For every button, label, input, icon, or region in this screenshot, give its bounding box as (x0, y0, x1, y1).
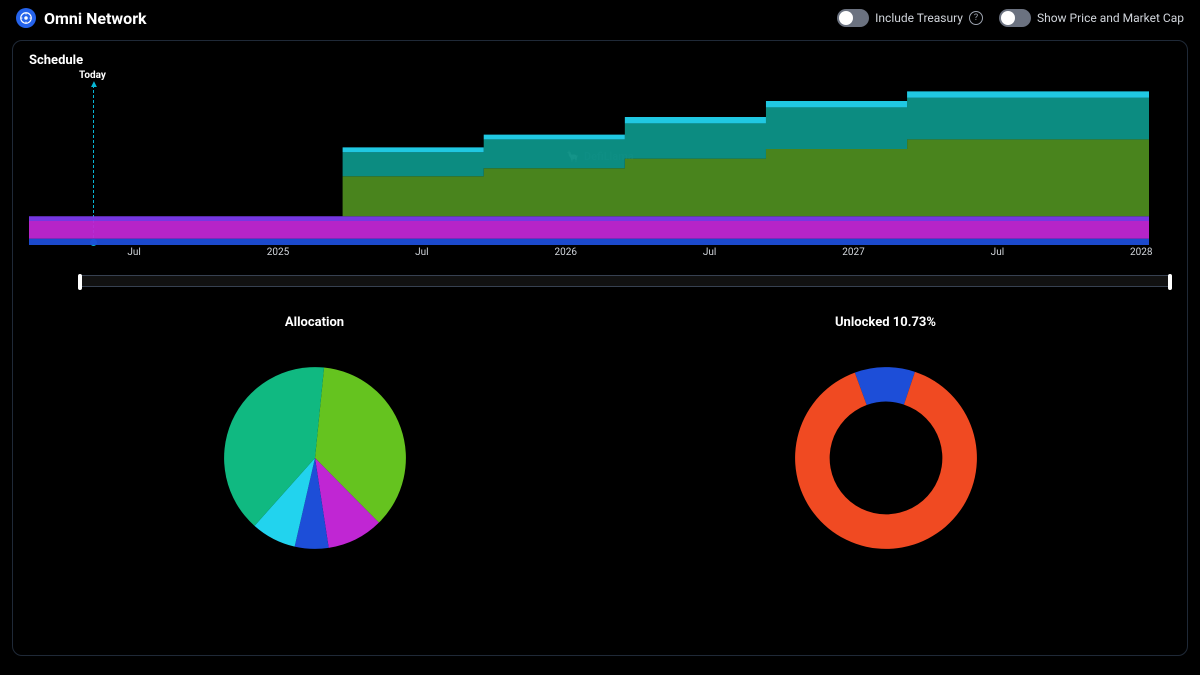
x-tick: Jul (415, 247, 428, 258)
x-axis: Jul 2025 Jul 2026 Jul 2027 Jul 2028 (29, 247, 1171, 261)
show-price-toggle[interactable] (999, 9, 1031, 27)
scrub-handle-right[interactable] (1168, 274, 1172, 290)
include-treasury-toggle[interactable] (837, 9, 869, 27)
allocation-pie-chart[interactable] (215, 358, 415, 558)
schedule-title: Schedule (29, 53, 1171, 68)
project-logo-icon (16, 8, 36, 28)
x-tick: 2026 (554, 247, 576, 258)
stacked-area-svg (29, 85, 1149, 245)
unlocked-title: Unlocked 10.73% (835, 315, 936, 330)
x-tick: Jul (127, 247, 140, 258)
help-icon[interactable]: ? (969, 11, 983, 25)
schedule-chart[interactable]: ▲ 🦙DefiLlama Jul2025Jul2026Jul2027Jul202… (29, 85, 1171, 275)
x-tick: Jul (703, 247, 716, 258)
today-label: Today (79, 70, 1171, 81)
scrub-handle-left[interactable] (78, 274, 82, 290)
x-tick: 2027 (842, 247, 864, 258)
unlocked-donut-chart[interactable] (786, 358, 986, 558)
main-panel: Schedule Today ▲ 🦙DefiLlama Jul2025Jul20… (12, 40, 1188, 656)
range-scrubber[interactable] (79, 275, 1171, 287)
allocation-title: Allocation (285, 315, 344, 330)
x-tick: Jul (991, 247, 1004, 258)
page-title: Omni Network (44, 9, 147, 28)
x-tick: 2025 (267, 247, 289, 258)
x-tick: 2028 (1130, 247, 1152, 258)
include-treasury-label: Include Treasury (875, 11, 963, 25)
show-price-label: Show Price and Market Cap (1037, 11, 1184, 25)
